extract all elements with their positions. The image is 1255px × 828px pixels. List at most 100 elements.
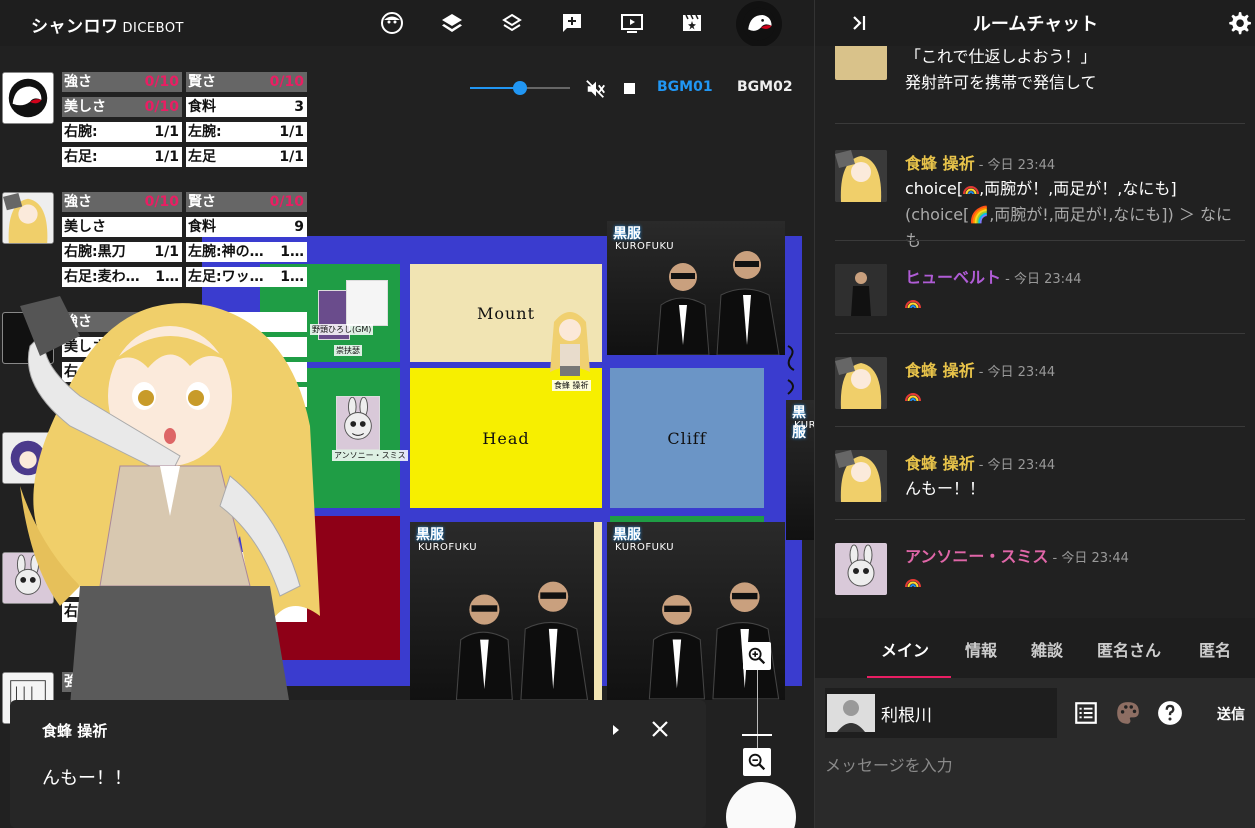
palette-icon[interactable]	[1115, 700, 1141, 726]
cell-label-head: Head	[482, 428, 530, 448]
status-label: 右腕:黒刀	[64, 244, 126, 260]
kurofuku-piece[interactable]: 黒服 KUROFUKU	[607, 221, 785, 355]
movie-filter-icon[interactable]	[679, 10, 705, 36]
status-value: 1…	[280, 269, 304, 285]
send-button[interactable]: 送信	[1217, 704, 1245, 724]
stage: BGM01 BGM02 Mount Head Cliff 野頭ひろし(GM) 崇…	[0, 46, 814, 828]
character-avatar[interactable]	[2, 192, 54, 244]
layers-outline-icon[interactable]	[499, 10, 525, 36]
face-icon[interactable]	[379, 10, 405, 36]
help-icon[interactable]	[1157, 700, 1183, 726]
token-image-shokuhou[interactable]	[540, 302, 600, 382]
floating-action-button[interactable]	[726, 782, 796, 828]
status-field: 右腕: 1/1	[62, 122, 182, 142]
zoom-slider-handle[interactable]	[742, 734, 772, 736]
bgm02-button[interactable]: BGM02	[737, 79, 793, 95]
men-in-black-image	[455, 581, 589, 700]
status-label: 右腕:	[64, 124, 98, 140]
token-label: 崇扶瑟	[334, 345, 362, 356]
chat-message-body	[905, 383, 1245, 409]
chat-line: 「これで仕返しよおう！」	[905, 47, 1097, 66]
chat-timestamp: - 今日 23:44	[974, 158, 1056, 173]
avatar-icon[interactable]	[736, 1, 782, 47]
play-screen-icon[interactable]	[619, 10, 645, 36]
chat-log[interactable]: 「これで仕返しよおう！」 発射許可を携帯で発信して 食蜂 操祈 - 今日 23:…	[815, 46, 1255, 618]
chat-separator	[835, 426, 1245, 427]
status-label: 右足:麦わ…	[64, 269, 140, 285]
chat-text: choice[	[905, 179, 964, 198]
kurofuku-piece[interactable]: 黒服 KUROFUKU	[410, 522, 602, 700]
tab-anonymous[interactable]: 匿名さん	[1097, 637, 1161, 661]
status-value: 1/1	[279, 149, 304, 165]
zoom-out-button[interactable]	[743, 748, 771, 776]
status-field: 食料 3	[186, 97, 307, 117]
status-label: 美しさ	[64, 219, 106, 235]
status-field: 左足 1/1	[186, 147, 307, 167]
add-comment-icon[interactable]	[559, 10, 585, 36]
next-arrow-icon[interactable]	[610, 722, 622, 738]
gear-icon[interactable]	[1226, 10, 1252, 36]
status-field: 賢さ 0/10	[186, 192, 307, 212]
chat-separator	[835, 519, 1245, 520]
volume-off-icon[interactable]	[585, 78, 607, 100]
status-value: 1/1	[154, 244, 179, 260]
chat-timestamp: - 今日 23:44	[974, 365, 1056, 380]
rainbow-icon	[905, 292, 921, 309]
stop-icon[interactable]	[624, 83, 635, 94]
men-in-black-image	[656, 251, 780, 355]
tab-chatter[interactable]: 雑談	[1031, 637, 1063, 661]
zoom-slider-track[interactable]	[757, 670, 758, 748]
zoom-in-button[interactable]	[743, 642, 771, 670]
board-cell-cliff: Cliff	[610, 368, 764, 508]
status-value: 0/10	[269, 194, 304, 210]
rainbow-icon	[963, 178, 980, 195]
character-avatar[interactable]	[2, 72, 54, 124]
status-field: 賢さ 0/10	[186, 72, 307, 92]
cell-label-mount: Mount	[476, 303, 536, 323]
volume-slider-knob[interactable]	[513, 81, 527, 95]
list-icon[interactable]	[1073, 700, 1099, 726]
kurofuku-piece-partial[interactable]: 黒服 KUROFUKU	[786, 400, 814, 540]
speaker-name: 利根川	[881, 706, 932, 726]
tab-anonymous-2[interactable]: 匿名	[1199, 637, 1231, 661]
tab-info[interactable]: 情報	[965, 637, 997, 661]
message-text: んもー！！	[42, 768, 132, 789]
tab-main[interactable]: メイン	[881, 637, 929, 661]
chat-speaker: 食蜂 操祈 - 今日 23:44	[905, 150, 1055, 174]
speaker-avatar	[827, 694, 875, 732]
status-field: 美しさ 0/10	[62, 97, 182, 117]
kurofuku-piece[interactable]: 黒服 KUROFUKU	[607, 522, 785, 700]
piece-furigana: KUROFUKU	[615, 241, 675, 252]
chat-input-area: 利根川 送信	[815, 678, 1255, 828]
status-field: 強さ 0/10	[62, 72, 182, 92]
status-value: 3	[294, 99, 304, 115]
piece-name: 黒服	[416, 527, 444, 543]
layers-icon[interactable]	[439, 10, 465, 36]
bgm01-button[interactable]: BGM01	[657, 79, 713, 95]
chat-speaker: 食蜂 操祈 - 今日 23:44	[905, 450, 1055, 474]
status-field: 左腕: 1/1	[186, 122, 307, 142]
status-value: 1/1	[154, 149, 179, 165]
status-label: 食料	[188, 219, 216, 235]
status-value: 0/10	[269, 74, 304, 90]
cell-label-cliff: Cliff	[667, 428, 707, 448]
chat-avatar	[835, 264, 887, 316]
rainbow-icon	[905, 385, 921, 402]
speaker-select[interactable]: 利根川	[825, 688, 1057, 738]
chat-speaker: アンソニー・スミス - 今日 23:44	[905, 543, 1129, 567]
status-field: 左足:ワッ… 1…	[186, 267, 307, 287]
status-value: 1…	[155, 269, 179, 285]
token-image-bunny[interactable]	[336, 396, 380, 450]
close-icon[interactable]	[648, 717, 672, 741]
status-value: 0/10	[144, 194, 179, 210]
piece-furigana: KUROFUKU	[794, 420, 814, 431]
status-label: 賢さ	[188, 74, 216, 90]
status-label: 左腕:	[188, 124, 222, 140]
status-value: 0/10	[144, 74, 179, 90]
token-image-manga[interactable]	[346, 280, 388, 326]
message-input[interactable]	[825, 750, 1245, 780]
token-label: 食蜂 操祈	[552, 380, 591, 391]
status-value: 1/1	[154, 124, 179, 140]
status-label: 賢さ	[188, 194, 216, 210]
chat-tabs: メイン 情報 雑談 匿名さん 匿名	[815, 618, 1255, 678]
